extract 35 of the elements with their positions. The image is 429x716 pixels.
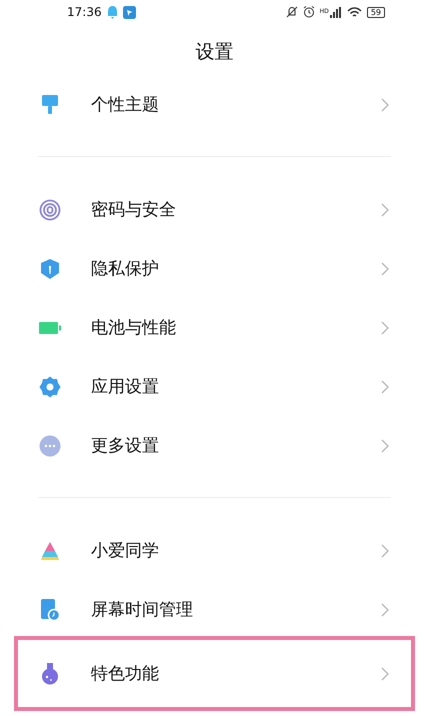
battery-level: 59 [366,6,385,18]
chevron-right-icon [381,380,389,394]
chevron-right-icon [381,262,389,276]
settings-item[interactable]: 隐私保护 [18,239,411,298]
status-time: 17:36 [67,5,102,19]
alarm-clock-icon [302,6,315,18]
chevron-right-icon [381,438,389,452]
wifi-icon [346,6,362,18]
settings-item[interactable]: 小爱同学 [18,521,411,580]
signal-icon [330,6,342,18]
notification-bell-icon [106,6,118,18]
chevron-right-icon [381,202,389,216]
fingerprint-icon [39,198,61,220]
page-title: 设置 [194,40,234,64]
settings-item[interactable]: 电池与性能 [18,298,411,357]
mute-bell-icon [286,6,298,18]
settings-item[interactable]: 屏幕时间管理 [18,580,411,639]
assistant-logo-icon [39,540,61,562]
chevron-right-icon [381,98,389,112]
settings-item[interactable]: 应用设置 [18,357,411,416]
settings-item[interactable]: 密码与安全 [18,180,411,239]
paint-roller-icon [39,94,61,116]
settings-item[interactable]: 特色功能 [18,640,411,707]
flask-icon [39,662,61,684]
chevron-right-icon [381,320,389,334]
app-notification-icon [122,6,136,18]
shield-icon [39,258,61,280]
settings-item[interactable]: 更多设置 [18,416,411,475]
phone-clock-icon [39,598,61,620]
chevron-right-icon [381,602,389,616]
chevron-right-icon [381,666,389,680]
more-icon [39,434,61,456]
settings-item[interactable]: 个性主题 [18,75,411,134]
gear-icon [39,376,61,398]
chevron-right-icon [381,544,389,558]
